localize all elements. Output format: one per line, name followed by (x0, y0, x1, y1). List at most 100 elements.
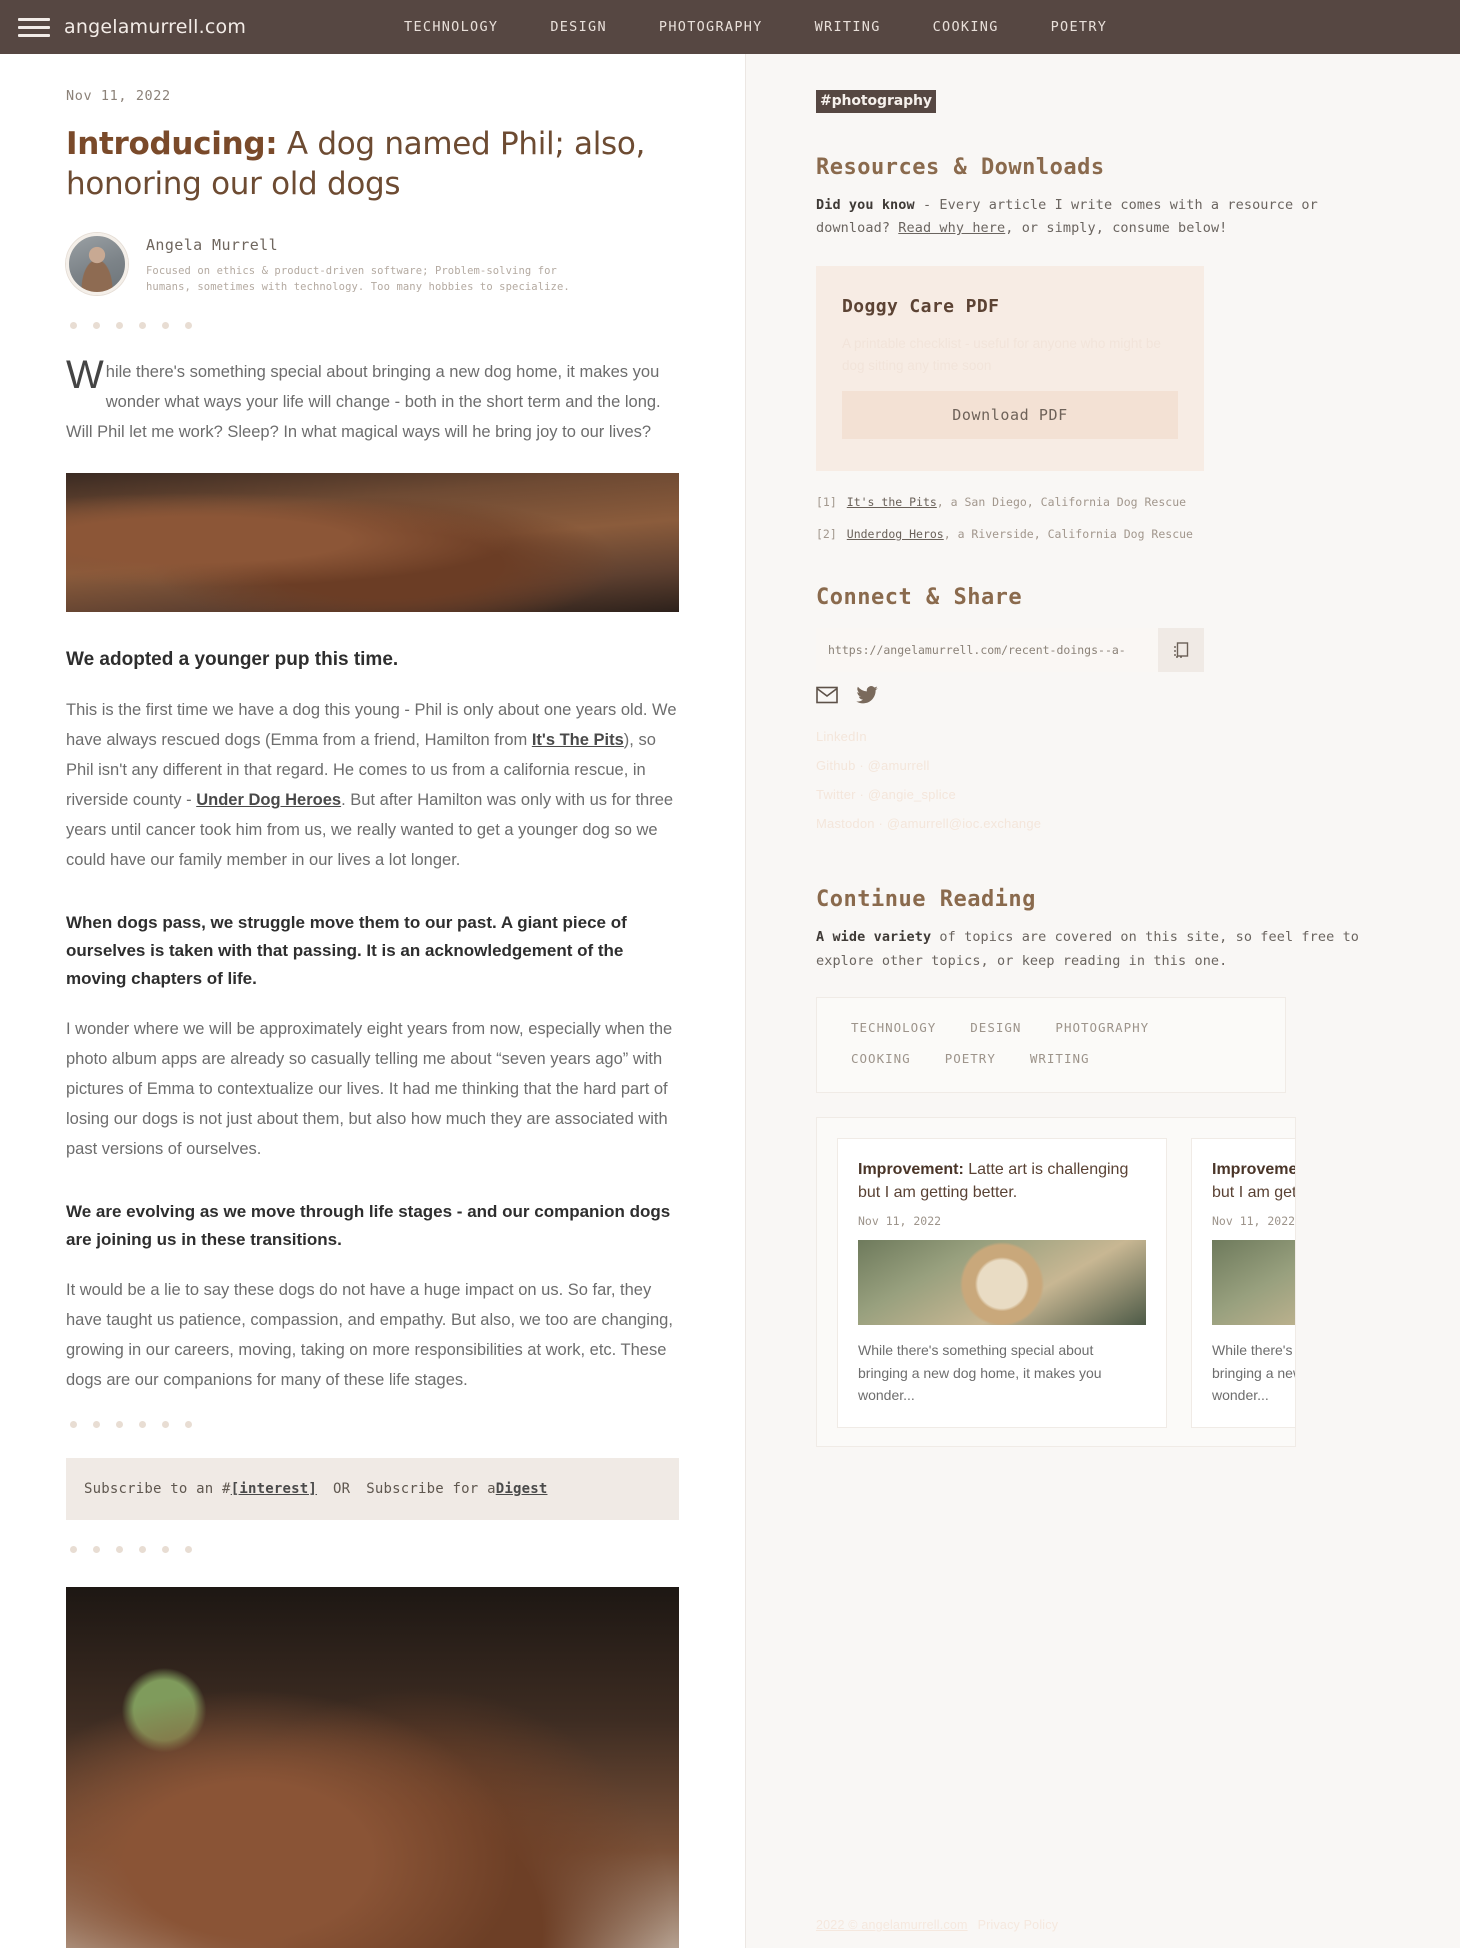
article-paragraph-5-emphasis: We are evolving as we move through life … (66, 1202, 671, 1249)
topic-link-technology[interactable]: TECHNOLOGY (851, 1020, 936, 1035)
article-subheading-1: We adopted a younger pup this time. (66, 648, 399, 670)
download-card: Doggy Care PDF A printable checklist - u… (816, 266, 1204, 471)
resources-intro-b: , or simply, consume below! (1005, 220, 1228, 237)
footnote-item: [2] Underdog Heros, a Riverside, Califor… (816, 525, 1390, 543)
decorative-dot-divider-2 (70, 1421, 679, 1429)
article-card-excerpt: While there's something special about br… (1212, 1342, 1295, 1404)
article-paragraph-6: It would be a lie to say these dogs do n… (66, 1281, 673, 1390)
article-card-date: Nov 11, 2022 (1212, 1214, 1296, 1229)
article-card-title: Improvement: Latte art is challenging bu… (858, 1159, 1146, 1204)
footnote-text: , a Riverside, California Dog Rescue (943, 527, 1193, 542)
subscribe-digest-link[interactable]: Digest (496, 1481, 548, 1497)
footnotes-list: [1] It's the Pits, a San Diego, Californ… (816, 493, 1390, 544)
topic-link-photography[interactable]: PHOTOGRAPHY (1055, 1020, 1149, 1035)
download-card-description: A printable checklist - useful for anyon… (842, 336, 1161, 374)
nav-link-poetry[interactable]: POETRY (1025, 19, 1134, 35)
article-paragraph-4: I wonder where we will be approximately … (66, 1020, 673, 1159)
article-card[interactable]: Improvement: Latte art is challenging bu… (1191, 1137, 1296, 1428)
author-info: Angela Murrell Focused on ethics & produ… (146, 233, 606, 296)
sidebar-body: #photography Resources & Downloads Did y… (746, 54, 1460, 1447)
topic-link-cooking[interactable]: COOKING (851, 1051, 911, 1066)
nav-link-photography[interactable]: PHOTOGRAPHY (633, 19, 789, 35)
article-body: Nov 11, 2022 Introducing: A dog named Ph… (0, 54, 745, 1948)
resources-intro-bold: Did you know (816, 197, 915, 213)
article-card-excerpt: While there's something special about br… (858, 1342, 1102, 1404)
site-footer: 2022 © angelamurrell.com Privacy Policy (816, 1918, 1058, 1932)
topic-link-writing[interactable]: WRITING (1030, 1051, 1090, 1066)
article-card-title-bold: Improvement: (1212, 1160, 1296, 1178)
related-articles-carousel[interactable]: Improvement: Latte art is challenging bu… (816, 1116, 1296, 1447)
top-navigation-bar: angelamurrell.com TECHNOLOGY DESIGN PHOT… (0, 0, 1460, 54)
link-read-why-here[interactable]: Read why here (898, 220, 1005, 236)
main-columns: Nov 11, 2022 Introducing: A dog named Ph… (0, 54, 1460, 1948)
article-publish-date: Nov 11, 2022 (66, 88, 171, 104)
social-link-mastodon[interactable]: Mastodon · @amurrell@ioc.exchange (816, 816, 1390, 831)
download-card-title: Doggy Care PDF (842, 296, 1000, 318)
topic-link-poetry[interactable]: POETRY (945, 1051, 996, 1066)
article-photo-two-dogs (66, 1587, 679, 1948)
article-card-date: Nov 11, 2022 (858, 1214, 942, 1229)
primary-nav-links: TECHNOLOGY DESIGN PHOTOGRAPHY WRITING CO… (378, 19, 1133, 35)
article-card[interactable]: Improvement: Latte art is challenging bu… (837, 1137, 1167, 1428)
download-pdf-button[interactable]: Download PDF (842, 390, 1178, 439)
article-card-thumbnail-latte (858, 1240, 1146, 1326)
subscribe-interest-link[interactable]: [interest] (231, 1481, 317, 1497)
link-under-dog-heroes[interactable]: Under Dog Heroes (196, 791, 341, 809)
topic-row-2: COOKING POETRY WRITING (851, 1051, 1251, 1066)
twitter-icon[interactable] (856, 686, 878, 709)
paragraph-1-text: hile there's something special about bri… (66, 362, 661, 441)
topic-links-box: TECHNOLOGY DESIGN PHOTOGRAPHY COOKING PO… (816, 996, 1286, 1093)
nav-link-technology[interactable]: TECHNOLOGY (378, 19, 524, 35)
article-headline: Introducing: A dog named Phil; also, hon… (66, 124, 679, 205)
copy-icon[interactable] (1158, 628, 1204, 672)
share-url-row (816, 628, 1204, 673)
share-url-input[interactable] (816, 628, 1158, 673)
article-column: Nov 11, 2022 Introducing: A dog named Ph… (0, 54, 745, 1948)
social-text-links: LinkedIn Github · @amurrell Twitter · @a… (816, 729, 1390, 831)
site-brand-link[interactable]: angelamurrell.com (64, 16, 246, 38)
subscribe-text-before: Subscribe to an # (84, 1481, 231, 1498)
hamburger-line (18, 33, 50, 37)
topic-link-design[interactable]: DESIGN (970, 1020, 1021, 1035)
headline-prefix: Introducing: (66, 126, 278, 162)
footer-privacy-policy-link[interactable]: Privacy Policy (978, 1918, 1059, 1932)
hamburger-line (18, 17, 50, 21)
nav-link-cooking[interactable]: COOKING (907, 19, 1025, 35)
author-bio: Focused on ethics & product-driven softw… (146, 264, 570, 294)
decorative-dot-divider (70, 321, 679, 329)
hamburger-menu-icon[interactable] (18, 14, 50, 40)
subscribe-or: OR (333, 1481, 351, 1498)
article-card-title-bold: Improvement: (858, 1160, 964, 1178)
social-link-twitter[interactable]: Twitter · @angie_splice (816, 787, 1390, 802)
author-name[interactable]: Angela Murrell (146, 236, 606, 254)
social-link-linkedin[interactable]: LinkedIn (816, 729, 1390, 744)
category-tag-photography[interactable]: #photography (816, 90, 936, 113)
topic-row-1: TECHNOLOGY DESIGN PHOTOGRAPHY (851, 1020, 1251, 1035)
mail-icon[interactable] (816, 686, 838, 709)
article-card-title: Improvement: Latte art is challenging bu… (1212, 1159, 1296, 1204)
footnote-link-underdog-heros[interactable]: Underdog Heros (847, 527, 944, 541)
social-link-github[interactable]: Github · @amurrell (816, 758, 1390, 773)
footnote-link-its-the-pits[interactable]: It's the Pits (847, 495, 937, 509)
subscribe-banner: Subscribe to an # [interest] OR Subscribe f… (66, 1458, 679, 1521)
article-paragraph-3-emphasis: When dogs pass, we struggle move them to… (66, 913, 627, 988)
footnote-text: , a San Diego, California Dog Rescue (936, 494, 1187, 509)
drop-cap: W (66, 352, 104, 397)
continue-reading-intro: A wide variety of topics are covered on … (816, 926, 1390, 972)
connect-heading: Connect & Share (816, 585, 1023, 611)
footnote-item: [1] It's the Pits, a San Diego, Californ… (816, 493, 1390, 511)
continue-intro-bold: A wide variety (816, 929, 932, 946)
article-paragraph-2: This is the first time we have a dog thi… (66, 695, 679, 875)
article-photo-dog-closeup (66, 472, 679, 612)
sidebar-column: #photography Resources & Downloads Did y… (745, 54, 1460, 1948)
nav-link-writing[interactable]: WRITING (789, 19, 907, 35)
subscribe-text-after: Subscribe for a (366, 1481, 496, 1498)
footer-copyright: 2022 © angelamurrell.com (816, 1918, 968, 1932)
article-paragraph-1: While there's something special about br… (66, 352, 679, 447)
article-card-thumbnail-latte (1212, 1240, 1295, 1326)
footnote-body: It's the Pits, a San Diego, California D… (847, 493, 1186, 511)
hamburger-line (18, 25, 50, 29)
footnote-number: [2] (816, 527, 837, 542)
nav-link-design[interactable]: DESIGN (524, 19, 633, 35)
link-its-the-pits[interactable]: It's The Pits (532, 731, 624, 749)
